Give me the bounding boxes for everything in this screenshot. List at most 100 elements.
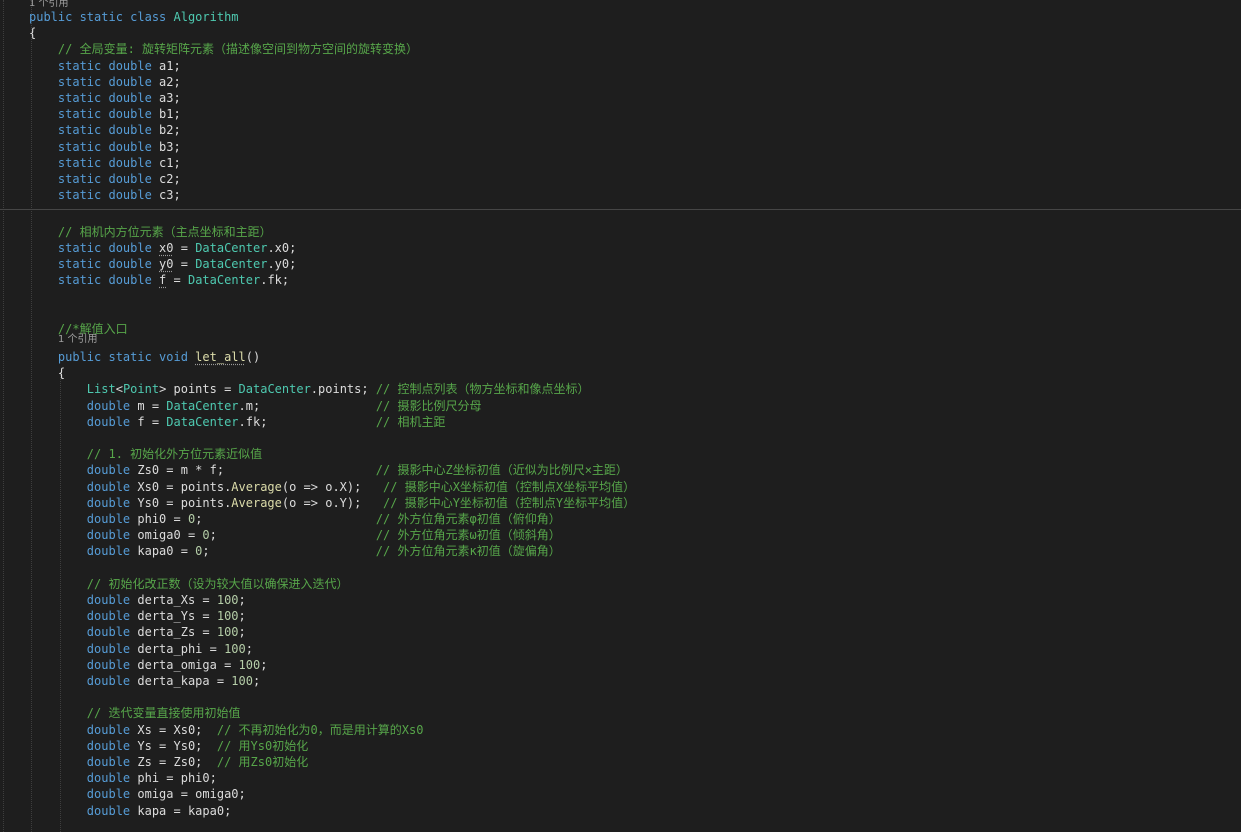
code-token: static double (29, 172, 160, 186)
code-line[interactable]: double Ys = Ys0; // 用Ys0初始化 (0, 738, 1241, 754)
code-line[interactable]: // 相机内方位元素（主点坐标和主距） (0, 224, 1241, 240)
code-line[interactable]: // 初始化改正数（设为较大值以确保进入迭代） (0, 576, 1241, 592)
code-line[interactable]: static double x0 = DataCenter.x0; (0, 240, 1241, 256)
code-comment: // 摄影中心X坐标初值（控制点X坐标平均值） (383, 479, 636, 494)
code-token: static double (29, 107, 160, 122)
code-token: double (29, 479, 138, 494)
code-token: 100 (216, 625, 239, 640)
code-line[interactable]: static double c1; (0, 155, 1241, 171)
code-token: ; (238, 593, 246, 607)
code-line[interactable]: public static void let_all() (0, 349, 1241, 365)
code-comment: // 相机主距 (375, 414, 446, 429)
code-line[interactable]: static double a3; (0, 90, 1241, 106)
code-line[interactable]: double derta_Xs = 100; (0, 592, 1241, 608)
code-line[interactable]: double Zs = Zs0; // 用Zs0初始化 (0, 754, 1241, 770)
code-token: public static void (29, 350, 196, 364)
code-line[interactable]: static double b1; (0, 106, 1241, 122)
code-token: Average (231, 495, 282, 510)
code-token: double (29, 544, 138, 559)
code-line[interactable]: double derta_phi = 100; (0, 641, 1241, 657)
code-token: Ys0 = points. (137, 495, 232, 510)
code-token: double (29, 641, 138, 656)
code-line[interactable]: double Zs0 = m * f; // 摄影中心Z坐标初值（近似为比例尺×… (0, 462, 1241, 478)
code-token: derta_Xs = (137, 593, 217, 607)
code-token: static double (29, 155, 160, 170)
code-token: static double (29, 240, 160, 255)
code-token: b3; (159, 139, 181, 154)
code-line[interactable]: double phi = phi0; (0, 770, 1241, 786)
code-token: ; (238, 625, 246, 640)
code-line[interactable]: double derta_Zs = 100; (0, 624, 1241, 640)
code-line[interactable]: double Ys0 = points.Average(o => o.Y); /… (0, 495, 1241, 511)
code-token: omiga0 = (137, 528, 203, 543)
code-line[interactable]: double phi0 = 0; // 外方位角元素φ初值（俯仰角） (0, 511, 1241, 527)
code-token: let_all (195, 350, 246, 364)
code-line[interactable]: static double b3; (0, 139, 1241, 155)
code-token: double (29, 593, 138, 607)
code-line[interactable]: double kapa0 = 0; // 外方位角元素κ初值（旋偏角） (0, 543, 1241, 559)
code-token: double (29, 609, 138, 624)
code-token: ; (245, 641, 253, 656)
code-line[interactable]: // 迭代变量直接使用初始值 (0, 705, 1241, 721)
code-token: = (173, 257, 196, 271)
code-line[interactable]: { (0, 25, 1241, 41)
code-comment: //*解值入口 (29, 321, 128, 336)
code-token: static double (29, 257, 160, 271)
code-editor[interactable]: 1 个引用 1 个引用 public static class Algorith… (0, 0, 1241, 832)
code-token: ; (195, 512, 376, 526)
code-token: (o => o.X); (281, 479, 384, 494)
code-token: double (29, 512, 138, 526)
code-token: derta_omiga = (137, 657, 239, 672)
code-token: phi = phi0; (137, 771, 217, 786)
code-line[interactable] (0, 560, 1241, 576)
code-line[interactable]: double derta_Ys = 100; (0, 608, 1241, 624)
code-line[interactable]: double omiga0 = 0; // 外方位角元素ω初值（倾斜角） (0, 527, 1241, 543)
code-line[interactable] (0, 288, 1241, 304)
code-line[interactable] (0, 430, 1241, 446)
code-line[interactable]: List<Point> points = DataCenter.points; … (0, 381, 1241, 397)
code-line[interactable]: static double f = DataCenter.fk; (0, 272, 1241, 288)
code-token: a1; (159, 58, 181, 73)
code-line[interactable]: // 1. 初始化外方位元素近似值 (0, 446, 1241, 462)
code-token: double (29, 657, 138, 672)
code-token: DataCenter (166, 398, 239, 413)
code-line[interactable]: static double a1; (0, 58, 1241, 74)
code-line[interactable]: static double a2; (0, 74, 1241, 90)
code-line[interactable]: static double y0 = DataCenter.y0; (0, 256, 1241, 272)
code-token: double (29, 495, 138, 510)
code-comment: // 初始化改正数（设为较大值以确保进入迭代） (29, 576, 349, 591)
code-line[interactable]: double derta_omiga = 100; (0, 657, 1241, 673)
code-line[interactable]: public static class Algorithm (0, 9, 1241, 25)
code-line[interactable]: double omiga = omiga0; (0, 786, 1241, 802)
code-line[interactable]: //*解值入口 (0, 321, 1241, 337)
code-token: static double (29, 273, 160, 288)
code-line[interactable] (0, 203, 1241, 219)
code-line[interactable]: // 全局变量: 旋转矩阵元素（描述像空间到物方空间的旋转变换） (0, 41, 1241, 57)
code-token: a2; (159, 74, 181, 89)
code-line[interactable]: double kapa = kapa0; (0, 803, 1241, 819)
code-token: Xs0 = points. (137, 479, 232, 494)
code-line[interactable]: double derta_kapa = 100; (0, 673, 1241, 689)
code-token: ; (260, 657, 268, 672)
code-token: double (29, 738, 138, 753)
code-token: x0 (159, 240, 174, 255)
code-line[interactable]: double m = DataCenter.m; // 摄影比例尺分母 (0, 398, 1241, 414)
code-line[interactable]: static double c2; (0, 171, 1241, 187)
code-token: ; (238, 609, 246, 624)
code-line[interactable] (0, 689, 1241, 705)
code-line[interactable]: double Xs0 = points.Average(o => o.X); /… (0, 479, 1241, 495)
code-token: Ys = Ys0; (137, 738, 217, 753)
code-line[interactable]: { (0, 365, 1241, 381)
code-token: .points; (310, 382, 376, 397)
code-token: double (29, 722, 138, 737)
code-line[interactable]: double f = DataCenter.fk; // 相机主距 (0, 414, 1241, 430)
code-line[interactable]: static double c3; (0, 187, 1241, 203)
code-token: DataCenter (187, 273, 261, 288)
code-line[interactable] (0, 305, 1241, 321)
code-token: omiga = omiga0; (137, 787, 246, 802)
code-token: static double (29, 91, 160, 105)
code-line[interactable]: double Xs = Xs0; // 不再初始化为0，而是用计算的Xs0 (0, 722, 1241, 738)
code-line[interactable]: static double b2; (0, 122, 1241, 138)
code-comment: // 摄影比例尺分母 (375, 398, 482, 413)
code-token: Zs = Zs0; (137, 755, 217, 769)
